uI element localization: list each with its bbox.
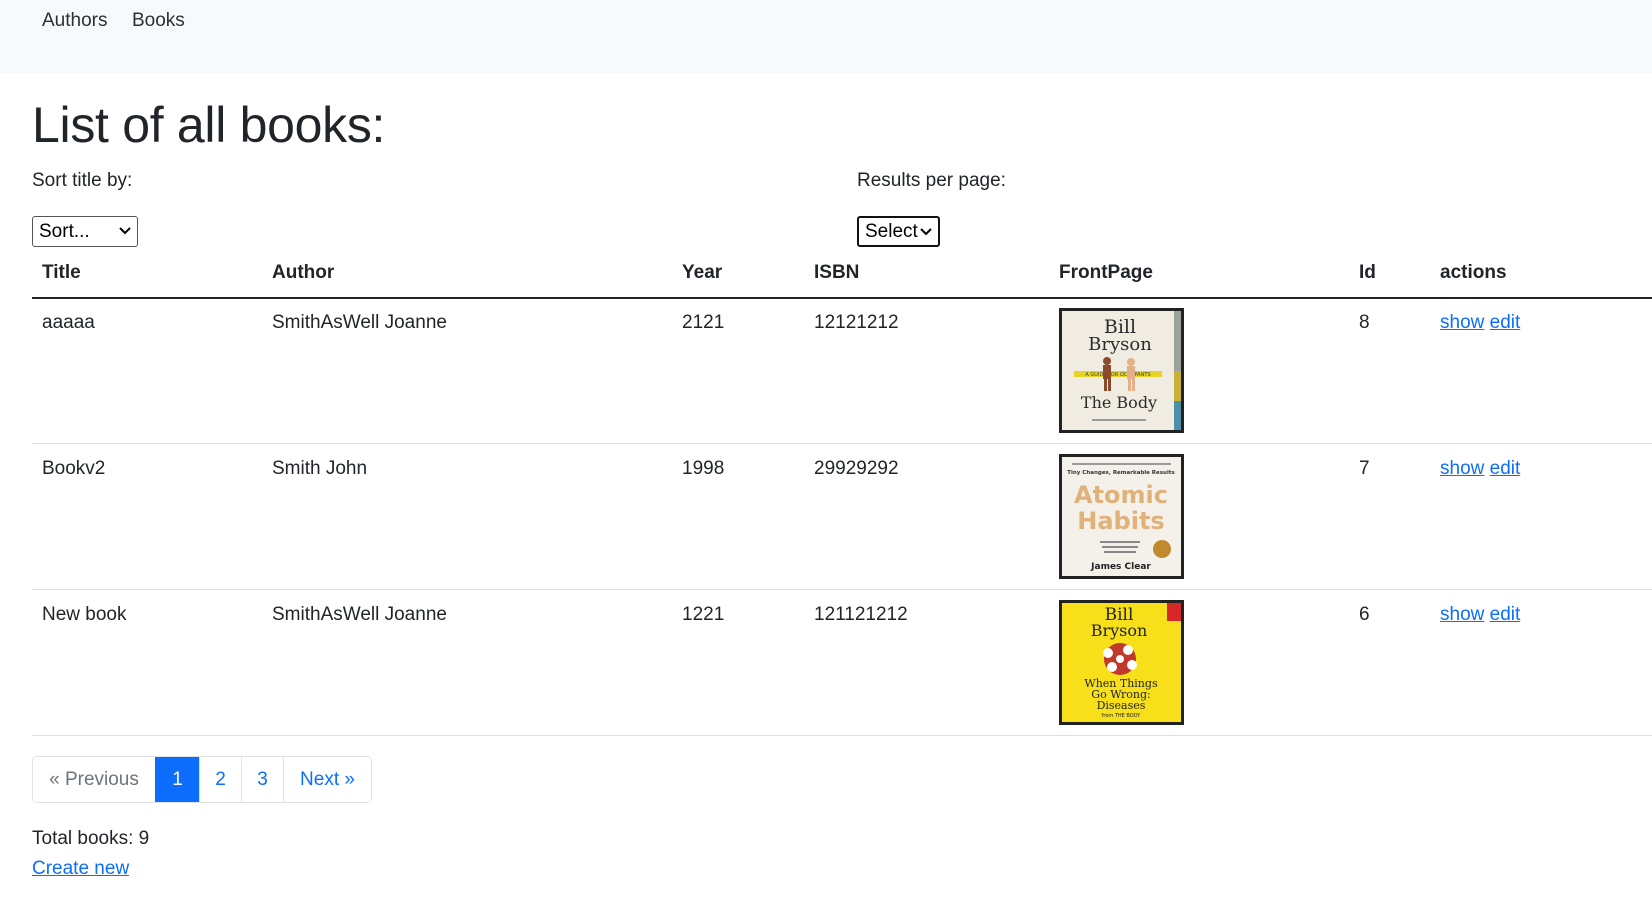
cover-tagline: A GUIDE FOR OCCUPANTS [1085, 372, 1150, 378]
show-link[interactable]: show [1440, 604, 1484, 625]
results-per-page-label: Results per page: [857, 170, 1006, 191]
cover-text-line2: Bryson [1091, 621, 1148, 640]
nav-link-books[interactable]: Books [132, 10, 185, 32]
book-year: 1221 [682, 604, 725, 625]
book-id: 8 [1359, 312, 1370, 333]
row-actions: show edit [1440, 458, 1520, 480]
pagination-page-2[interactable]: 2 [199, 757, 241, 802]
cover-text-line5: Diseases [1097, 699, 1146, 712]
cover-small-text: from THE BODY [1102, 713, 1142, 719]
sort-select-value: Sort... [39, 220, 90, 242]
column-header-year: Year [682, 262, 723, 283]
cover-atomic-habits-art: Tiny Changes, Remarkable Results Atomic … [1062, 457, 1181, 576]
column-header-isbn: ISBN [814, 262, 860, 283]
cover-the-body-art: Bill Bryson A GUIDE FOR OCCUPANTS The Bo… [1062, 311, 1181, 430]
cover-text-line2: Habits [1077, 507, 1164, 535]
book-cover-image: Bill Bryson A GUIDE FOR OCCUPANTS The Bo… [1059, 308, 1184, 433]
sort-title-select[interactable]: Sort... [32, 216, 138, 247]
column-header-id: Id [1359, 262, 1376, 283]
book-title: New book [42, 604, 127, 625]
edit-link[interactable]: edit [1490, 604, 1521, 625]
book-title: aaaaa [42, 312, 95, 333]
pagination: « Previous 1 2 3 Next » [32, 756, 372, 803]
row-actions: show edit [1440, 604, 1520, 626]
chevron-down-icon [119, 227, 131, 235]
cover-text-line3: The Body [1081, 393, 1157, 412]
column-header-actions: actions [1440, 262, 1507, 283]
nav-link-authors[interactable]: Authors [42, 10, 107, 32]
book-isbn: 12121212 [814, 312, 899, 333]
book-isbn: 121121212 [814, 604, 908, 625]
chevron-down-icon [920, 228, 932, 236]
show-link[interactable]: show [1440, 458, 1484, 479]
book-year: 2121 [682, 312, 725, 333]
book-author: SmithAsWell Joanne [272, 312, 447, 333]
pagination-page-1[interactable]: 1 [155, 757, 199, 802]
book-id: 7 [1359, 458, 1370, 479]
cover-when-things-go-wrong-art: Bill Bryson When Things Go Wrong: Diseas… [1062, 603, 1181, 722]
sort-title-label: Sort title by: [32, 170, 133, 191]
row-actions: show edit [1440, 312, 1520, 334]
edit-link[interactable]: edit [1490, 458, 1521, 479]
cover-text-line1: Atomic [1074, 481, 1168, 509]
pagination-next[interactable]: Next » [283, 757, 371, 802]
show-link[interactable]: show [1440, 312, 1484, 333]
cover-author: James Clear [1090, 562, 1151, 572]
cover-text-line2: Bryson [1088, 334, 1152, 355]
table-row: Bookv2 Smith John 1998 29929292 Tiny Cha… [32, 444, 1652, 590]
table-row: aaaaa SmithAsWell Joanne 2121 12121212 B… [32, 298, 1652, 444]
book-id: 6 [1359, 604, 1370, 625]
create-new-link[interactable]: Create new [32, 858, 129, 880]
book-isbn: 29929292 [814, 458, 899, 479]
book-author: Smith John [272, 458, 368, 479]
column-header-frontpage: FrontPage [1059, 262, 1153, 283]
total-books-count: Total books: 9 [32, 828, 150, 849]
cover-top-text: Tiny Changes, Remarkable Results [1067, 470, 1175, 476]
book-title: Bookv2 [42, 458, 106, 479]
book-year: 1998 [682, 458, 725, 479]
pagination-page-3[interactable]: 3 [241, 757, 283, 802]
pagination-previous[interactable]: « Previous [33, 757, 155, 802]
column-header-title: Title [42, 262, 81, 283]
results-per-page-select[interactable]: Select [857, 216, 940, 247]
page-title: List of all books: [32, 97, 386, 153]
book-cover-image: Bill Bryson When Things Go Wrong: Diseas… [1059, 600, 1184, 725]
column-header-author: Author [272, 262, 335, 283]
book-cover-image: Tiny Changes, Remarkable Results Atomic … [1059, 454, 1184, 579]
edit-link[interactable]: edit [1490, 312, 1521, 333]
top-navbar: Authors Books [0, 0, 1652, 74]
book-author: SmithAsWell Joanne [272, 604, 447, 625]
per-page-select-value: Select [865, 220, 918, 242]
table-row: New book SmithAsWell Joanne 1221 1211212… [32, 590, 1652, 736]
